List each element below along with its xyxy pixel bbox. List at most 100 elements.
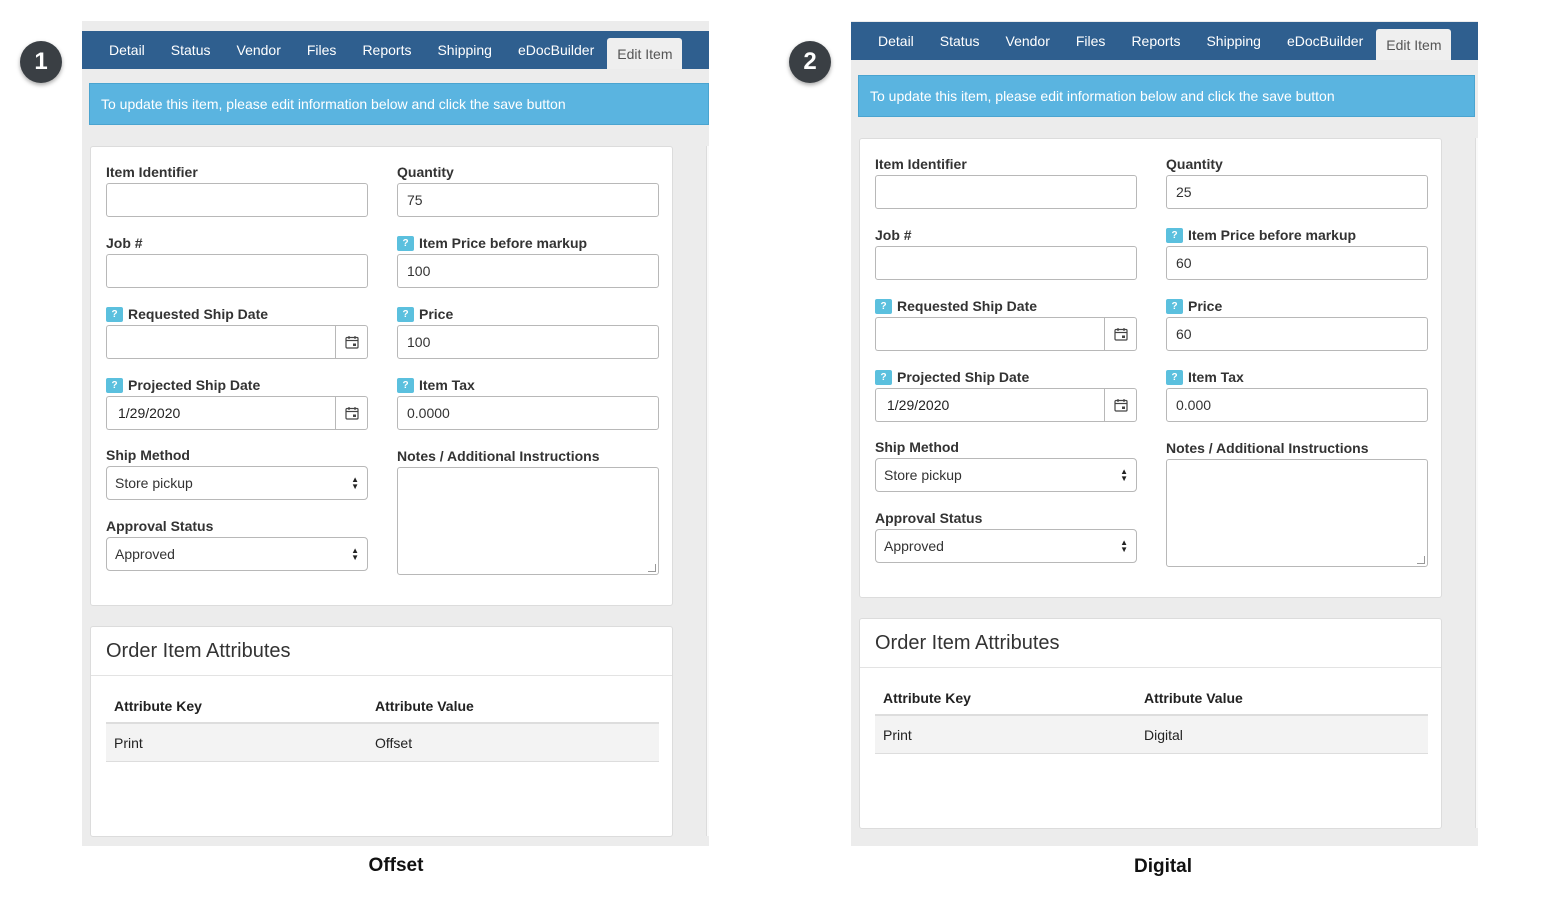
table-row: Print Offset — [106, 724, 659, 762]
approval-status-label: Approval Status — [875, 510, 983, 526]
approval-status-field: Approval Status Approved ▲ ▼ — [106, 515, 368, 571]
resize-grip-icon[interactable] — [1417, 556, 1425, 564]
tab-edocbuilder[interactable]: eDocBuilder — [505, 31, 607, 69]
help-icon[interactable]: ? — [106, 306, 123, 322]
item-tax-label-row: ? Item Tax — [397, 374, 659, 396]
item-identifier-label: Item Identifier — [106, 164, 198, 180]
help-icon[interactable]: ? — [397, 306, 414, 322]
quantity-input[interactable]: 75 — [397, 183, 659, 217]
attribute-value-cell: Offset — [375, 734, 413, 751]
step-badge-1: 1 — [20, 41, 62, 83]
calendar-icon[interactable] — [1104, 317, 1137, 351]
tab-vendor[interactable]: Vendor — [993, 22, 1063, 60]
side-strip — [706, 146, 709, 836]
notes-textarea[interactable] — [397, 467, 659, 575]
attribute-key-cell: Print — [114, 734, 143, 751]
table-header: Attribute Key Attribute Value — [106, 690, 659, 724]
requested-ship-date-label-row: ? Requested Ship Date — [875, 295, 1137, 317]
side-strip — [1475, 138, 1478, 828]
requested-ship-date-input[interactable] — [106, 325, 335, 359]
projected-ship-date-input[interactable]: 1/29/2020 — [106, 396, 335, 430]
tab-shipping[interactable]: Shipping — [424, 31, 505, 69]
requested-ship-date-field: ? Requested Ship Date — [875, 295, 1137, 351]
price-input[interactable]: 60 — [1166, 317, 1428, 351]
item-tax-input[interactable]: 0.0000 — [397, 396, 659, 430]
tab-detail[interactable]: Detail — [96, 31, 158, 69]
calendar-icon[interactable] — [1104, 388, 1137, 422]
attributes-table: Attribute Key Attribute Value Print Digi… — [875, 682, 1428, 754]
order-item-attributes-card: Order Item Attributes Attribute Key Attr… — [859, 618, 1442, 829]
ship-method-label: Ship Method — [875, 439, 959, 455]
item-tax-label-row: ? Item Tax — [1166, 366, 1428, 388]
notes-textarea[interactable] — [1166, 459, 1428, 567]
edit-item-panel-1: Detail Status Vendor Files Reports Shipp… — [82, 21, 709, 846]
resize-grip-icon[interactable] — [648, 564, 656, 572]
panel-caption-2: Digital — [1133, 856, 1193, 877]
item-price-before-markup-label-row: ? Item Price before markup — [397, 232, 659, 254]
ship-method-select[interactable]: Store pickup ▲ ▼ — [106, 466, 368, 500]
table-header: Attribute Key Attribute Value — [875, 682, 1428, 716]
tab-reports[interactable]: Reports — [1118, 22, 1193, 60]
item-price-before-markup-input[interactable]: 60 — [1166, 246, 1428, 280]
tab-shipping[interactable]: Shipping — [1193, 22, 1274, 60]
quantity-label: Quantity — [1166, 156, 1223, 172]
item-identifier-input[interactable] — [106, 183, 368, 217]
approval-status-label: Approval Status — [106, 518, 214, 534]
help-icon[interactable]: ? — [1166, 298, 1183, 314]
ship-method-field: Ship Method Store pickup ▲ ▼ — [875, 436, 1137, 492]
help-icon[interactable]: ? — [106, 377, 123, 393]
help-icon[interactable]: ? — [1166, 369, 1183, 385]
attribute-key-cell: Print — [883, 726, 912, 743]
tab-detail[interactable]: Detail — [865, 22, 927, 60]
item-identifier-input[interactable] — [875, 175, 1137, 209]
info-alert: To update this item, please edit informa… — [89, 83, 709, 125]
ship-method-field: Ship Method Store pickup ▲ ▼ — [106, 444, 368, 500]
job-label: Job # — [875, 227, 912, 243]
calendar-icon[interactable] — [335, 325, 368, 359]
requested-ship-date-label-row: ? Requested Ship Date — [106, 303, 368, 325]
item-price-before-markup-input[interactable]: 100 — [397, 254, 659, 288]
price-field: ? Price 100 — [397, 303, 659, 359]
edit-item-panel-2: Detail Status Vendor Files Reports Shipp… — [851, 21, 1478, 846]
item-tax-field: ? Item Tax 0.0000 — [397, 374, 659, 430]
item-identifier-field: Item Identifier — [875, 153, 1137, 209]
approval-status-field: Approval Status Approved ▲ ▼ — [875, 507, 1137, 563]
tab-files[interactable]: Files — [294, 31, 350, 69]
item-tax-input[interactable]: 0.000 — [1166, 388, 1428, 422]
help-icon[interactable]: ? — [875, 369, 892, 385]
approval-status-value: Approved — [115, 546, 175, 562]
tab-bar: Detail Status Vendor Files Reports Shipp… — [82, 31, 709, 69]
info-alert: To update this item, please edit informa… — [858, 75, 1475, 117]
help-icon[interactable]: ? — [397, 377, 414, 393]
tab-edit-item[interactable]: Edit Item — [607, 38, 683, 69]
requested-ship-date-input[interactable] — [875, 317, 1104, 351]
tab-files[interactable]: Files — [1063, 22, 1119, 60]
job-input[interactable] — [106, 254, 368, 288]
approval-status-select[interactable]: Approved ▲ ▼ — [106, 537, 368, 571]
projected-ship-date-input[interactable]: 1/29/2020 — [875, 388, 1104, 422]
tab-status[interactable]: Status — [927, 22, 993, 60]
help-icon[interactable]: ? — [1166, 227, 1183, 243]
job-input[interactable] — [875, 246, 1137, 280]
ship-method-select[interactable]: Store pickup ▲ ▼ — [875, 458, 1137, 492]
requested-ship-date-label: Requested Ship Date — [128, 306, 269, 322]
attribute-key-header: Attribute Key — [114, 698, 202, 714]
tab-vendor[interactable]: Vendor — [224, 31, 294, 69]
price-label-row: ? Price — [397, 303, 659, 325]
tab-status[interactable]: Status — [158, 31, 224, 69]
help-icon[interactable]: ? — [397, 235, 414, 251]
help-icon[interactable]: ? — [875, 298, 892, 314]
price-input[interactable]: 100 — [397, 325, 659, 359]
quantity-input[interactable]: 25 — [1166, 175, 1428, 209]
edit-form-card: Item Identifier Job # ? Requested Ship D… — [859, 138, 1442, 598]
projected-ship-date-label: Projected Ship Date — [128, 377, 261, 393]
tab-edocbuilder[interactable]: eDocBuilder — [1274, 22, 1376, 60]
tab-edit-item[interactable]: Edit Item — [1376, 29, 1452, 60]
calendar-icon[interactable] — [335, 396, 368, 430]
quantity-label: Quantity — [397, 164, 454, 180]
select-arrows-icon: ▲ ▼ — [1120, 467, 1128, 483]
approval-status-select[interactable]: Approved ▲ ▼ — [875, 529, 1137, 563]
quantity-field: Quantity 75 — [397, 161, 659, 217]
item-price-before-markup-label: Item Price before markup — [1188, 227, 1357, 243]
tab-reports[interactable]: Reports — [349, 31, 424, 69]
